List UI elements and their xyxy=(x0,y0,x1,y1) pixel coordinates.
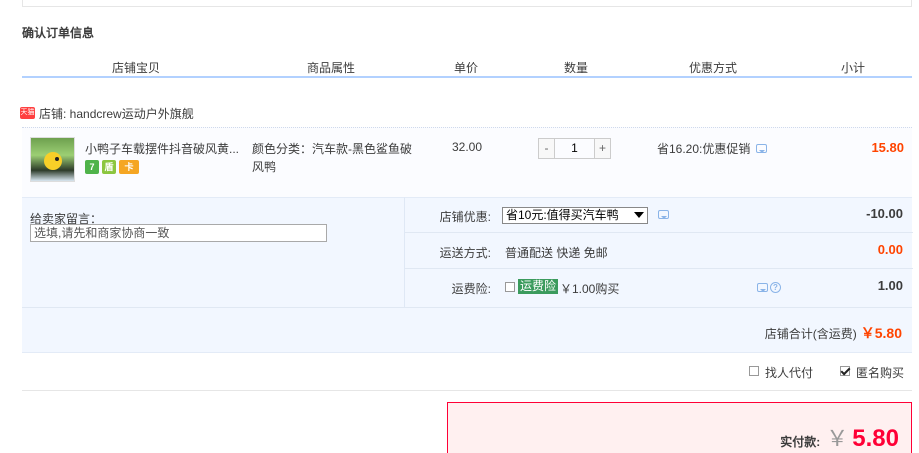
insurance-label: 运费险: xyxy=(451,282,491,296)
payment-summary-box: 实付款: ￥ 5.80 xyxy=(447,402,912,453)
buyer-message-area: 给卖家留言： 选填,请先和商家协商一致 xyxy=(22,197,404,307)
payment-label: 实付款: xyxy=(780,435,821,449)
shipping-method: 普通配送 快递 免邮 xyxy=(505,246,608,260)
shipping-label: 运送方式: xyxy=(439,246,491,260)
service-icons: 7 盾 卡 xyxy=(85,160,139,174)
message-input[interactable]: 选填,请先和商家协商一致 xyxy=(30,224,327,242)
col-header-price: 单价 xyxy=(453,61,478,75)
shipping-amount: 0.00 xyxy=(877,242,903,257)
insurance-icons: ? xyxy=(757,282,781,293)
shipping-row: 运送方式: 普通配送 快递 免邮 0.00 xyxy=(405,234,913,269)
shop-name[interactable]: 店铺: handcrew运动户外旗舰 xyxy=(39,105,194,122)
insurance-checkbox[interactable] xyxy=(505,282,515,292)
shop-total-value: ￥5.80 xyxy=(860,325,902,341)
col-header-attr: 商品属性 xyxy=(306,61,355,75)
insurance-chat-icon[interactable] xyxy=(757,283,768,292)
item-subtotal: 15.80 xyxy=(871,140,904,155)
promo-text: 省16.20:优惠促销 xyxy=(657,142,751,156)
divider xyxy=(22,390,912,391)
product-title-link[interactable]: 小鸭子车载摆件抖音破风黄... xyxy=(85,140,243,157)
coupon-amount: -10.00 xyxy=(866,206,903,221)
insurance-price: ￥1.00购买 xyxy=(560,282,620,296)
currency-symbol: ￥ xyxy=(826,426,849,451)
unit-price: 32.00 xyxy=(452,140,483,154)
seven-day-return-icon[interactable]: 7 xyxy=(85,160,99,174)
pay-for-me-checkbox[interactable] xyxy=(749,366,759,376)
insurance-row: 运费险: 运费险 ￥1.00购买 ? 1.00 xyxy=(405,270,913,305)
promo-chat-icon[interactable] xyxy=(756,144,768,153)
coupon-row: 店铺优惠: 省10元:值得买汽车鸭 -10.00 xyxy=(405,198,913,233)
duck-image xyxy=(44,152,62,170)
payment-total: 5.80 xyxy=(852,425,899,452)
shop-total-label: 店铺合计(含运费) xyxy=(764,327,857,341)
order-item-row: 小鸭子车载摆件抖音破风黄... 7 盾 卡 颜色分类：汽车款-黑色鲨鱼破风鸭 3… xyxy=(22,127,912,197)
promo-info: 省16.20:优惠促销 xyxy=(657,140,768,157)
coupon-label: 店铺优惠: xyxy=(439,210,491,224)
insurance-amount: 1.00 xyxy=(877,278,903,293)
qty-input[interactable]: 1 xyxy=(555,138,594,159)
help-icon[interactable]: ? xyxy=(770,282,781,293)
column-header: 店铺宝贝 商品属性 单价 数量 优惠方式 小计 xyxy=(22,58,912,78)
col-header-promo: 优惠方式 xyxy=(688,61,737,75)
qty-plus-button[interactable]: + xyxy=(594,138,611,159)
shop-total-bar: 店铺合计(含运费) ￥5.80 xyxy=(22,307,912,353)
order-options: 店铺优惠: 省10元:值得买汽车鸭 -10.00 运送方式: 普通配送 快递 免… xyxy=(404,197,913,307)
coupon-value: 省10元:值得买汽车鸭 xyxy=(506,208,619,222)
coupon-select[interactable]: 省10元:值得买汽车鸭 xyxy=(502,207,648,224)
checkout-options-row: 找人代付 匿名购买 xyxy=(22,362,912,384)
tmall-badge-icon: 天猫 xyxy=(20,107,35,119)
col-header-qty: 数量 xyxy=(563,61,588,75)
qty-minus-button[interactable]: - xyxy=(538,138,555,159)
dropdown-arrow-icon xyxy=(634,212,644,218)
shop-row: 天猫 店铺: handcrew运动户外旗舰 xyxy=(20,104,194,122)
coupon-chat-icon[interactable] xyxy=(658,210,669,219)
anonymous-checkbox[interactable] xyxy=(840,366,850,376)
product-attribute: 颜色分类：汽车款-黑色鲨鱼破风鸭 xyxy=(252,142,412,174)
insurance-tag[interactable]: 运费险 xyxy=(518,279,559,294)
pay-for-me-label[interactable]: 找人代付 xyxy=(765,364,813,381)
product-thumbnail[interactable] xyxy=(30,137,75,182)
page-title: 确认订单信息 xyxy=(22,26,95,40)
credit-card-icon[interactable]: 卡 xyxy=(119,160,139,174)
quantity-stepper: - 1 + xyxy=(538,138,611,159)
top-strip xyxy=(22,0,912,7)
anonymous-label[interactable]: 匿名购买 xyxy=(856,364,904,381)
col-header-item: 店铺宝贝 xyxy=(111,61,160,75)
guarantee-icon[interactable]: 盾 xyxy=(102,160,116,174)
col-header-subtotal: 小计 xyxy=(840,61,865,75)
